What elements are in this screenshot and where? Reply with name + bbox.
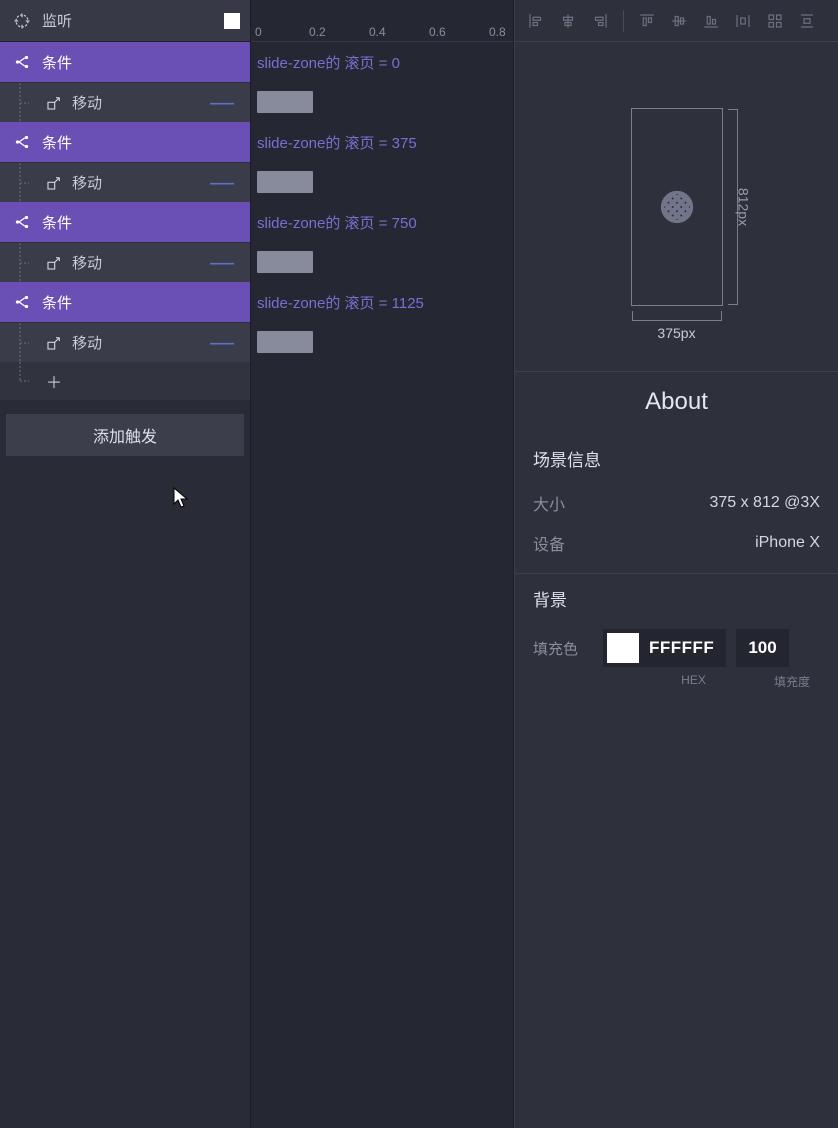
device-preview: 812px 375px xyxy=(515,42,838,372)
align-center-h-icon[interactable] xyxy=(555,8,581,34)
collapse-icon[interactable]: — xyxy=(204,169,240,197)
move-icon xyxy=(42,255,66,271)
keyframe-row[interactable] xyxy=(251,162,513,202)
device-frame[interactable]: 812px 375px xyxy=(631,108,723,306)
hex-value[interactable]: FFFFFF xyxy=(643,638,726,658)
tree-connector-icon xyxy=(12,163,36,203)
action-label: 移动 xyxy=(72,252,204,273)
add-action-row[interactable]: ＋ xyxy=(0,362,250,400)
opacity-value: 100 xyxy=(748,638,776,658)
ruler-tick: 0.6 xyxy=(429,25,446,39)
size-value: 375 x 812 @3X xyxy=(709,494,820,512)
move-icon xyxy=(42,335,66,351)
height-label: 812px xyxy=(736,187,752,225)
width-label: 375px xyxy=(657,325,695,341)
target-swatch[interactable] xyxy=(224,13,240,29)
trigger-row[interactable]: 监听 xyxy=(0,0,250,42)
fill-row: 填充色 FFFFFF 100 xyxy=(515,623,838,671)
condition-expression: slide-zone的 滚页 = 375 xyxy=(251,122,513,162)
condition-expression: slide-zone的 滚页 = 0 xyxy=(251,42,513,82)
collapse-icon[interactable]: — xyxy=(204,329,240,357)
distribute-h-icon[interactable] xyxy=(730,8,756,34)
fill-sublabels: HEX 填充度 xyxy=(515,671,838,690)
collapse-icon[interactable]: — xyxy=(204,249,240,277)
condition-row[interactable]: 条件 xyxy=(0,42,250,82)
hex-sublabel: HEX xyxy=(593,673,764,690)
size-label: 大小 xyxy=(533,491,709,515)
device-row: 设备 iPhone X xyxy=(515,523,838,563)
alignment-toolbar xyxy=(515,0,838,42)
keyframe-row[interactable] xyxy=(251,322,513,362)
device-label: 设备 xyxy=(533,531,755,555)
condition-row[interactable]: 条件 xyxy=(0,122,250,162)
action-row[interactable]: 移动 — xyxy=(0,322,250,362)
add-trigger-label: 添加触发 xyxy=(93,423,157,447)
branch-icon xyxy=(10,133,34,151)
distribute-v-icon[interactable] xyxy=(794,8,820,34)
action-label: 移动 xyxy=(72,172,204,193)
timeline-ruler[interactable]: 0 0.2 0.4 0.6 0.8 xyxy=(251,0,513,42)
device-value: iPhone X xyxy=(755,534,820,552)
align-left-icon[interactable] xyxy=(523,8,549,34)
keyframe-chip[interactable] xyxy=(257,331,313,353)
condition-label: 条件 xyxy=(42,212,72,233)
tree-connector-icon xyxy=(12,323,36,363)
tree-connector-icon xyxy=(12,362,36,400)
action-label: 移动 xyxy=(72,332,204,353)
plus-icon: ＋ xyxy=(46,369,62,393)
placeholder-icon xyxy=(660,190,694,224)
keyframe-chip[interactable] xyxy=(257,251,313,273)
ruler-tick: 0.4 xyxy=(369,25,386,39)
section-title: About xyxy=(515,372,838,434)
ruler-tick: 0 xyxy=(255,25,262,39)
collapse-icon[interactable]: — xyxy=(204,89,240,117)
move-icon xyxy=(42,95,66,111)
condition-expression: slide-zone的 滚页 = 1125 xyxy=(251,282,513,322)
add-trigger-button[interactable]: 添加触发 xyxy=(6,414,244,456)
ruler-tick: 0.8 xyxy=(489,25,506,39)
align-bottom-icon[interactable] xyxy=(698,8,724,34)
align-top-icon[interactable] xyxy=(634,8,660,34)
inspector-panel: 812px 375px About 场景信息 大小 375 x 812 @3X … xyxy=(514,0,838,1128)
condition-row[interactable]: 条件 xyxy=(0,282,250,322)
size-row: 大小 375 x 812 @3X xyxy=(515,483,838,523)
branch-icon xyxy=(10,213,34,231)
condition-row[interactable]: 条件 xyxy=(0,202,250,242)
bracket-bottom xyxy=(632,311,722,321)
opacity-sublabel: 填充度 xyxy=(764,673,820,690)
keyframe-row[interactable] xyxy=(251,242,513,282)
keyframe-chip[interactable] xyxy=(257,91,313,113)
action-label: 移动 xyxy=(72,92,204,113)
crosshair-icon xyxy=(10,12,34,30)
condition-expression: slide-zone的 滚页 = 750 xyxy=(251,202,513,242)
trigger-label: 监听 xyxy=(42,10,224,31)
timeline-panel: 0 0.2 0.4 0.6 0.8 slide-zone的 滚页 = 0 sli… xyxy=(250,0,514,1128)
tree-connector-icon xyxy=(12,83,36,123)
action-row[interactable]: 移动 — xyxy=(0,162,250,202)
align-center-v-icon[interactable] xyxy=(666,8,692,34)
fill-label: 填充色 xyxy=(533,638,593,659)
branch-icon xyxy=(10,293,34,311)
color-swatch[interactable] xyxy=(607,633,639,663)
condition-label: 条件 xyxy=(42,292,72,313)
distribute-grid-icon[interactable] xyxy=(762,8,788,34)
action-row[interactable]: 移动 — xyxy=(0,82,250,122)
toolbar-separator xyxy=(623,10,624,32)
color-input[interactable]: FFFFFF xyxy=(603,629,726,667)
condition-label: 条件 xyxy=(42,132,72,153)
condition-label: 条件 xyxy=(42,52,72,73)
branch-icon xyxy=(10,53,34,71)
tree-connector-icon xyxy=(12,243,36,283)
action-row[interactable]: 移动 — xyxy=(0,242,250,282)
keyframe-chip[interactable] xyxy=(257,171,313,193)
scene-info-heading: 场景信息 xyxy=(515,434,838,483)
opacity-input[interactable]: 100 xyxy=(736,629,788,667)
trigger-panel: 监听 条件 移动 — 条件 移动 — 条件 移动 — 条件 xyxy=(0,0,250,1128)
keyframe-row[interactable] xyxy=(251,82,513,122)
move-icon xyxy=(42,175,66,191)
ruler-tick: 0.2 xyxy=(309,25,326,39)
align-right-icon[interactable] xyxy=(587,8,613,34)
background-heading: 背景 xyxy=(515,574,838,623)
